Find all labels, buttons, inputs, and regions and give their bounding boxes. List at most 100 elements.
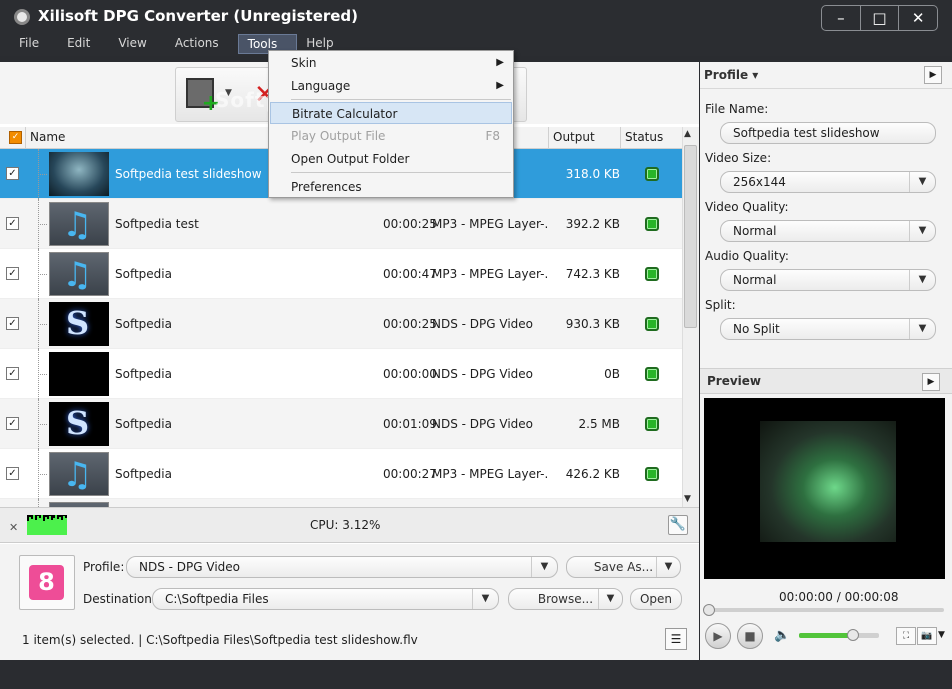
menu-item-preferences[interactable]: Preferences bbox=[270, 176, 512, 198]
duration: 00:00:00 bbox=[383, 367, 437, 381]
menu-separator bbox=[291, 99, 511, 100]
snapshot-camera-icon[interactable]: 📷 bbox=[917, 627, 937, 645]
divider bbox=[700, 88, 952, 89]
scroll-thumb[interactable] bbox=[684, 145, 697, 328]
status-ok-icon bbox=[645, 417, 659, 431]
chevron-down-icon[interactable]: ▼ bbox=[909, 172, 935, 192]
table-row[interactable]: ✓ Softpedia 00:00:27MP3 - MPEG Layer-... 42… bbox=[0, 449, 682, 499]
destination-label: Destination: bbox=[83, 592, 156, 606]
shortcut-label: F8 bbox=[485, 129, 500, 143]
menu-item-language[interactable]: Language ▶ bbox=[270, 75, 512, 97]
close-cpu-icon[interactable]: ✕ bbox=[9, 521, 18, 534]
volume-fill bbox=[799, 633, 853, 638]
chevron-down-icon[interactable]: ▼ bbox=[909, 270, 935, 290]
file-list: ✓Softpedia test slideshowo318.0 KB✓Softp… bbox=[0, 149, 682, 507]
menu-item-play-output-file: Play Output File F8 bbox=[270, 125, 512, 147]
file-name: Softpedia bbox=[115, 317, 172, 331]
profile-panel-title: Profile bbox=[704, 68, 749, 82]
maximize-button[interactable]: □ bbox=[859, 6, 899, 30]
chevron-down-icon[interactable]: ▼ bbox=[598, 589, 622, 609]
submenu-arrow-icon: ▶ bbox=[496, 57, 504, 68]
menu-actions[interactable]: Actions bbox=[166, 34, 238, 54]
format: NDS - DPG Video bbox=[432, 317, 534, 331]
expand-arrow-icon[interactable]: ▶ bbox=[924, 66, 942, 84]
video-quality-label: Video Quality: bbox=[705, 200, 789, 214]
volume-icon[interactable]: 🔈 bbox=[774, 628, 790, 643]
menu-edit[interactable]: Edit bbox=[58, 34, 109, 54]
open-button[interactable]: Open bbox=[630, 588, 682, 610]
thumbnail bbox=[49, 252, 109, 296]
video-quality-select[interactable]: Normal ▼ bbox=[720, 220, 936, 242]
submenu-arrow-icon: ▶ bbox=[496, 80, 504, 91]
chevron-down-icon[interactable]: ▼ bbox=[656, 557, 680, 577]
menu-item-skin-label: Skin bbox=[291, 56, 317, 70]
row-checkbox[interactable]: ✓ bbox=[6, 467, 19, 480]
chevron-down-icon[interactable]: ▼ bbox=[472, 589, 498, 609]
row-checkbox[interactable]: ✓ bbox=[6, 317, 19, 330]
scroll-down-icon[interactable]: ▼ bbox=[684, 494, 691, 504]
menu-item-language-label: Language bbox=[291, 79, 351, 93]
fullscreen-icon[interactable]: ⛶ bbox=[896, 627, 916, 645]
audio-quality-label: Audio Quality: bbox=[705, 249, 789, 263]
table-row[interactable]: ✓ Softpedia test 00:00:25MP3 - MPEG Layer-… bbox=[0, 199, 682, 249]
add-file-icon[interactable] bbox=[186, 78, 220, 116]
minimize-button[interactable]: – bbox=[822, 6, 860, 30]
chevron-down-icon[interactable]: ▼ bbox=[909, 319, 935, 339]
nds-device-icon: 8 bbox=[29, 565, 64, 600]
menu-item-skin[interactable]: Skin ▶ bbox=[270, 52, 512, 74]
format: MP3 - MPEG Layer-... bbox=[432, 217, 547, 231]
format: MP3 - MPEG Layer-... bbox=[432, 467, 547, 481]
profile-panel-header[interactable]: Profile ▾ bbox=[704, 68, 758, 82]
table-row[interactable]: ✓ Softpedia 00:00:47MP3 - MPEG Layer-... 74… bbox=[0, 249, 682, 299]
preview-frame bbox=[760, 421, 896, 542]
file-name-input[interactable]: Softpedia test slideshow bbox=[720, 122, 936, 144]
profile-label: Profile: bbox=[83, 560, 125, 574]
cpu-usage: CPU: 3.12% bbox=[310, 518, 381, 532]
log-icon[interactable]: ☰ bbox=[665, 628, 687, 650]
seek-handle[interactable] bbox=[703, 604, 715, 616]
tree-branch bbox=[38, 224, 47, 225]
menu-view[interactable]: View bbox=[109, 34, 165, 54]
volume-handle[interactable] bbox=[847, 629, 859, 641]
menu-item-bitrate-calculator[interactable]: Bitrate Calculator bbox=[270, 102, 512, 124]
browse-button[interactable]: Browse... ▼ bbox=[508, 588, 623, 610]
video-size-select[interactable]: 256x144 ▼ bbox=[720, 171, 936, 193]
window-title: Xilisoft DPG Converter (Unregistered) bbox=[38, 7, 359, 25]
split-select[interactable]: No Split ▼ bbox=[720, 318, 936, 340]
expand-preview-icon[interactable]: ▶ bbox=[922, 373, 940, 391]
menu-file[interactable]: File bbox=[10, 34, 58, 54]
settings-wrench-icon[interactable]: 🔧 bbox=[668, 515, 688, 535]
status-ok-icon bbox=[645, 267, 659, 281]
play-button[interactable]: ▶ bbox=[705, 623, 731, 649]
table-row[interactable]: ✓ Softpedia 00:00:00 NDS - DPG Video 0B bbox=[0, 349, 682, 399]
chevron-down-icon[interactable]: ▼ bbox=[531, 557, 557, 577]
row-checkbox[interactable]: ✓ bbox=[6, 167, 19, 180]
row-checkbox[interactable]: ✓ bbox=[6, 417, 19, 430]
audio-quality-select[interactable]: Normal ▼ bbox=[720, 269, 936, 291]
destination-value: C:\Softpedia Files bbox=[165, 592, 269, 606]
duration: 00:00:25 bbox=[383, 217, 437, 231]
header-status[interactable]: Status bbox=[620, 127, 682, 148]
seek-bar[interactable] bbox=[708, 608, 944, 612]
row-checkbox[interactable]: ✓ bbox=[6, 367, 19, 380]
stop-button[interactable]: ■ bbox=[737, 623, 763, 649]
row-checkbox[interactable]: ✓ bbox=[6, 267, 19, 280]
table-row[interactable] bbox=[0, 499, 682, 507]
save-as-button[interactable]: Save As... ▼ bbox=[566, 556, 681, 578]
row-checkbox[interactable]: ✓ bbox=[6, 217, 19, 230]
menu-item-open-output-folder[interactable]: Open Output Folder bbox=[270, 148, 512, 170]
scroll-up-icon[interactable]: ▲ bbox=[684, 129, 691, 139]
close-button[interactable]: ✕ bbox=[898, 6, 937, 30]
select-all-checkbox[interactable]: ✓ bbox=[9, 131, 22, 144]
table-row[interactable]: ✓ Softpedia 00:01:09NDS - DPG Video 2.5 MB bbox=[0, 399, 682, 449]
file-name: Softpedia test bbox=[115, 217, 199, 231]
chevron-down-icon[interactable]: ▼ bbox=[909, 221, 935, 241]
status-text: 1 item(s) selected. | C:\Softpedia Files… bbox=[22, 633, 418, 647]
profile-select[interactable]: NDS - DPG Video ▼ bbox=[126, 556, 558, 578]
table-row[interactable]: ✓ Softpedia 00:00:25NDS - DPG Video 930.3 K… bbox=[0, 299, 682, 349]
destination-select[interactable]: C:\Softpedia Files ▼ bbox=[152, 588, 499, 610]
thumbnail bbox=[49, 402, 109, 446]
header-output-size[interactable]: Output Size bbox=[548, 127, 621, 165]
output-size: 2.5 MB bbox=[578, 417, 620, 431]
chevron-down-icon[interactable]: ▼ bbox=[938, 630, 945, 640]
